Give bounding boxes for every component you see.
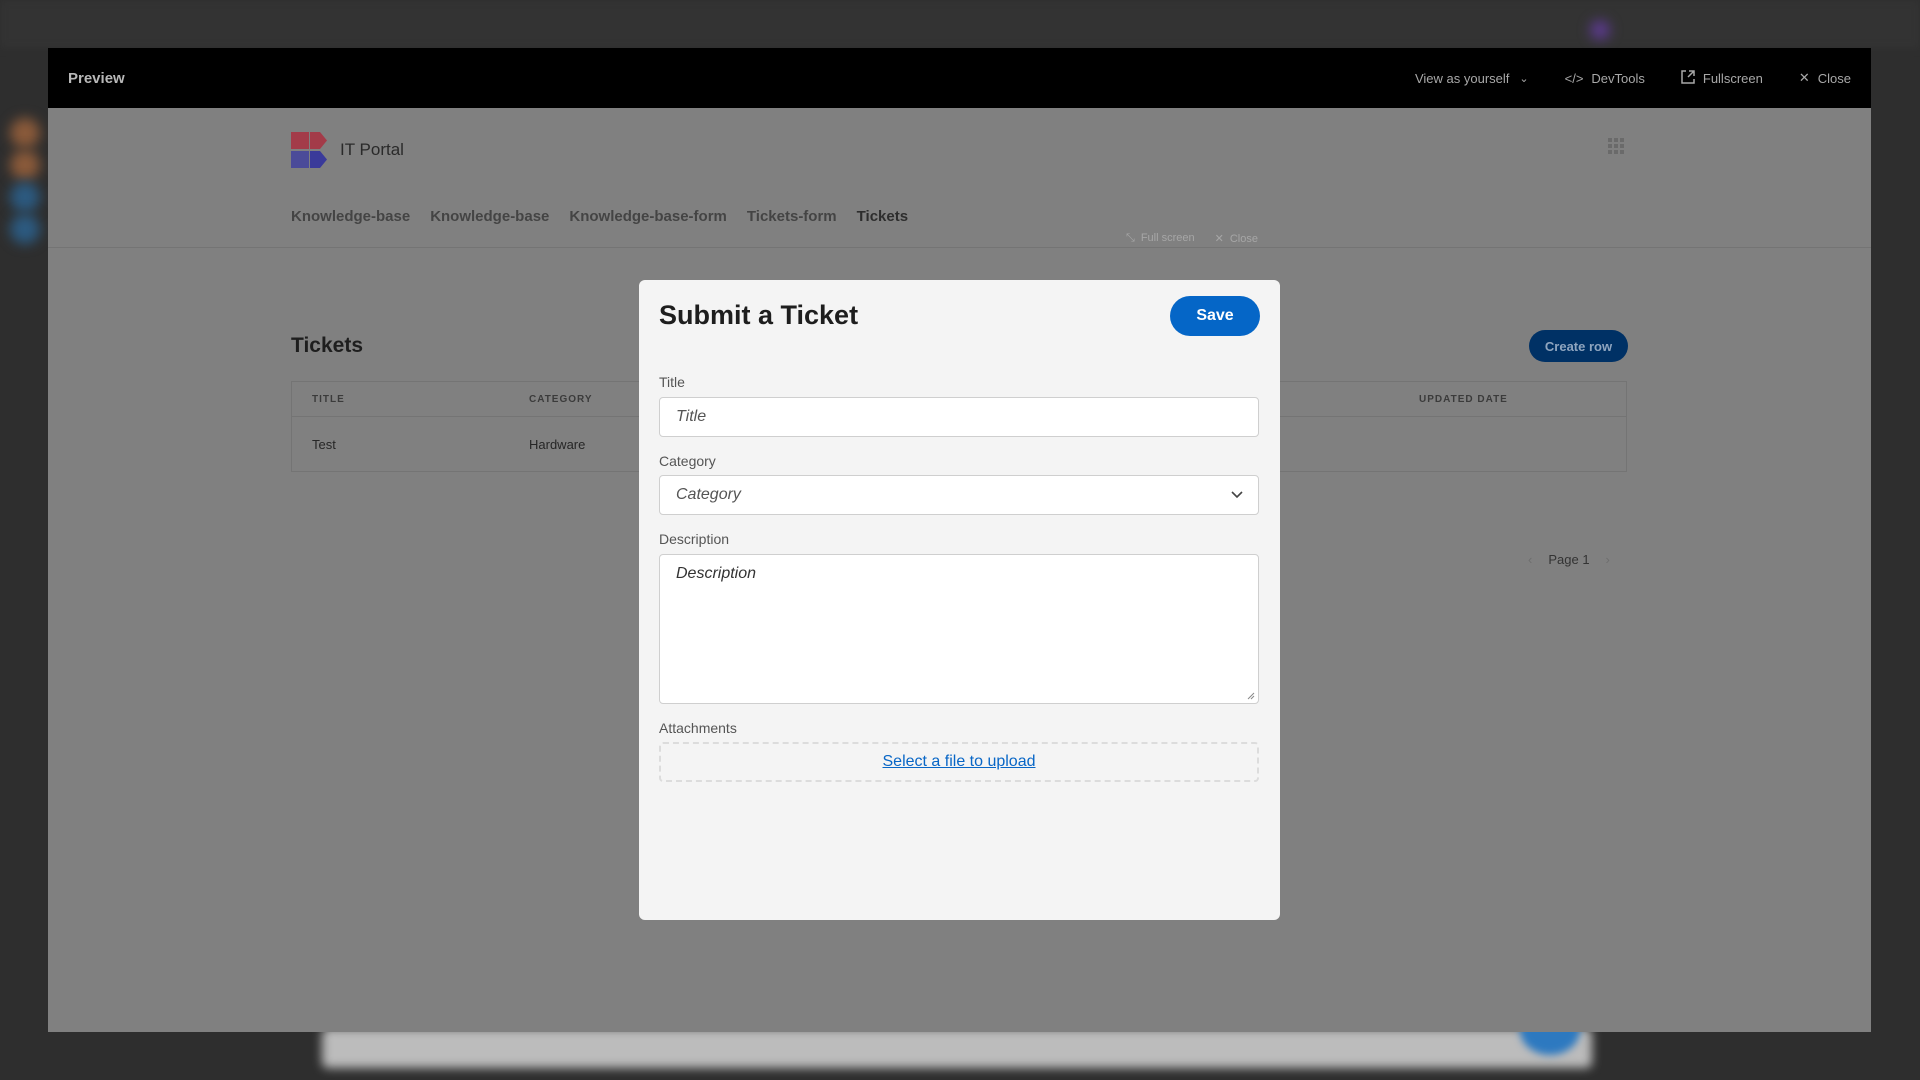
nav-item-tickets[interactable]: Tickets [857, 208, 908, 225]
create-row-button[interactable]: Create row [1529, 330, 1628, 362]
description-textarea[interactable]: Description [659, 554, 1259, 704]
bg-icon [10, 150, 40, 180]
peek-actions: ⤡ Full screen ✕ Close [1126, 232, 1258, 245]
view-as-dropdown[interactable]: View as yourself ⌄ [1415, 71, 1529, 86]
close-icon: ✕ [1798, 70, 1810, 85]
background-topbar [0, 0, 1920, 48]
fullscreen-button[interactable]: Fullscreen [1681, 69, 1763, 87]
preview-header: Preview View as yourself ⌄ </> DevTools … [48, 48, 1871, 108]
close-icon: ✕ [1214, 233, 1224, 245]
devtools-label: DevTools [1591, 70, 1645, 86]
close-preview-button[interactable]: ✕ Close [1799, 70, 1851, 86]
view-as-label: View as yourself [1414, 70, 1510, 86]
cell-category: Hardware [529, 437, 586, 452]
next-page-icon[interactable]: › [1606, 552, 1610, 567]
resize-handle-icon[interactable] [1247, 692, 1255, 700]
attachments-label: Attachments [659, 720, 737, 736]
fullscreen-icon: ⤡ [1126, 232, 1135, 244]
description-placeholder: Description [676, 565, 757, 582]
save-button[interactable]: Save [1170, 296, 1260, 336]
external-link-icon [1681, 69, 1695, 87]
nav-item-knowledge-base[interactable]: Knowledge-base [291, 208, 410, 225]
category-label: Category [659, 453, 716, 469]
app-name: IT Portal [340, 140, 404, 159]
bg-icon [10, 182, 40, 212]
app-logo [291, 132, 327, 168]
peek-fullscreen-button[interactable]: ⤡ Full screen [1126, 232, 1195, 245]
devtools-button[interactable]: </> DevTools [1565, 71, 1645, 86]
chevron-down-icon: ⌄ [1519, 72, 1529, 85]
modal-title: Submit a Ticket [659, 300, 859, 330]
preview-window: Preview View as yourself ⌄ </> DevTools … [48, 48, 1871, 1032]
chevron-down-icon [1231, 491, 1243, 499]
column-header-updated-date[interactable]: UPDATED DATE [1419, 394, 1508, 405]
app-grid-icon[interactable] [1608, 138, 1624, 154]
page-title: Tickets [291, 334, 363, 357]
submit-ticket-modal: Submit a Ticket Save Title Title Categor… [639, 280, 1280, 920]
nav-item-tickets-form[interactable]: Tickets-form [747, 208, 837, 225]
preview-title: Preview [68, 69, 125, 87]
peek-close-label: Close [1229, 233, 1258, 245]
bg-avatar [1590, 20, 1610, 40]
select-file-link[interactable]: Select a file to upload [883, 753, 1036, 771]
column-header-title[interactable]: TITLE [312, 394, 345, 405]
title-input[interactable]: Title [659, 397, 1259, 437]
code-icon: </> [1564, 70, 1584, 86]
description-label: Description [659, 531, 730, 547]
bg-icon [10, 118, 40, 148]
background-input-bar [322, 1028, 1592, 1068]
app-header: IT Portal Knowledge-base Knowledge-base … [48, 108, 1871, 248]
bg-icon [10, 214, 40, 244]
peek-fullscreen-label: Full screen [1140, 232, 1195, 244]
nav-item-knowledge-base-form[interactable]: Knowledge-base-form [569, 208, 727, 225]
category-select[interactable]: Category [659, 475, 1259, 515]
peek-close-button[interactable]: ✕ Close [1215, 232, 1258, 245]
category-placeholder: Category [676, 486, 741, 503]
title-label: Title [659, 374, 685, 390]
app-canvas: IT Portal Knowledge-base Knowledge-base … [48, 108, 1871, 1032]
app-nav: Knowledge-base Knowledge-base Knowledge-… [291, 208, 908, 225]
fullscreen-label: Fullscreen [1702, 70, 1763, 86]
pagination: ‹ Page 1 › [1528, 552, 1610, 567]
attachments-dropzone[interactable]: Select a file to upload [659, 742, 1259, 782]
nav-item-knowledge-base-2[interactable]: Knowledge-base [430, 208, 549, 225]
page-label: Page 1 [1548, 552, 1590, 567]
column-header-category[interactable]: CATEGORY [529, 394, 593, 405]
prev-page-icon[interactable]: ‹ [1528, 552, 1532, 567]
close-label: Close [1817, 70, 1851, 86]
title-placeholder: Title [676, 408, 707, 425]
cell-title: Test [312, 437, 336, 452]
